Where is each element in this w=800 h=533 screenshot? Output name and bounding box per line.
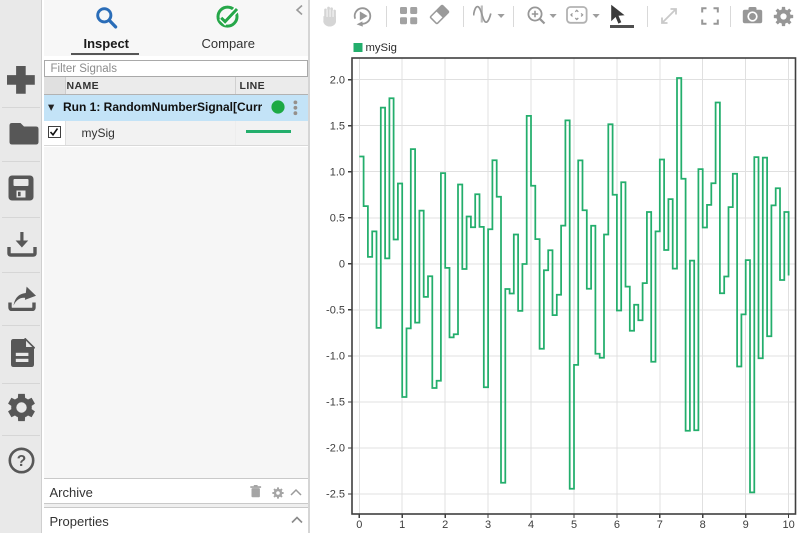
svg-text:7: 7 xyxy=(657,519,663,531)
svg-text:-2.0: -2.0 xyxy=(326,443,345,455)
svg-text:1.5: 1.5 xyxy=(330,120,345,132)
svg-text:6: 6 xyxy=(614,519,620,531)
svg-text:2.0: 2.0 xyxy=(330,74,345,86)
svg-text:0.5: 0.5 xyxy=(330,212,345,224)
svg-text:4: 4 xyxy=(528,519,534,531)
svg-text:1.0: 1.0 xyxy=(330,166,345,178)
svg-text:3: 3 xyxy=(485,519,491,531)
svg-text:5: 5 xyxy=(571,519,577,531)
svg-text:mySig: mySig xyxy=(366,42,397,54)
svg-text:?: ? xyxy=(16,453,25,470)
svg-text:-1.0: -1.0 xyxy=(326,351,345,363)
svg-text:-0.5: -0.5 xyxy=(326,304,345,316)
svg-text:0: 0 xyxy=(356,519,362,531)
svg-text:-1.5: -1.5 xyxy=(326,397,345,409)
svg-text:9: 9 xyxy=(743,519,749,531)
svg-text:0: 0 xyxy=(339,258,345,270)
svg-text:2: 2 xyxy=(442,519,448,531)
svg-text:-2.5: -2.5 xyxy=(326,489,345,501)
svg-text:1: 1 xyxy=(399,519,405,531)
svg-text:10: 10 xyxy=(782,519,794,531)
svg-text:8: 8 xyxy=(700,519,706,531)
